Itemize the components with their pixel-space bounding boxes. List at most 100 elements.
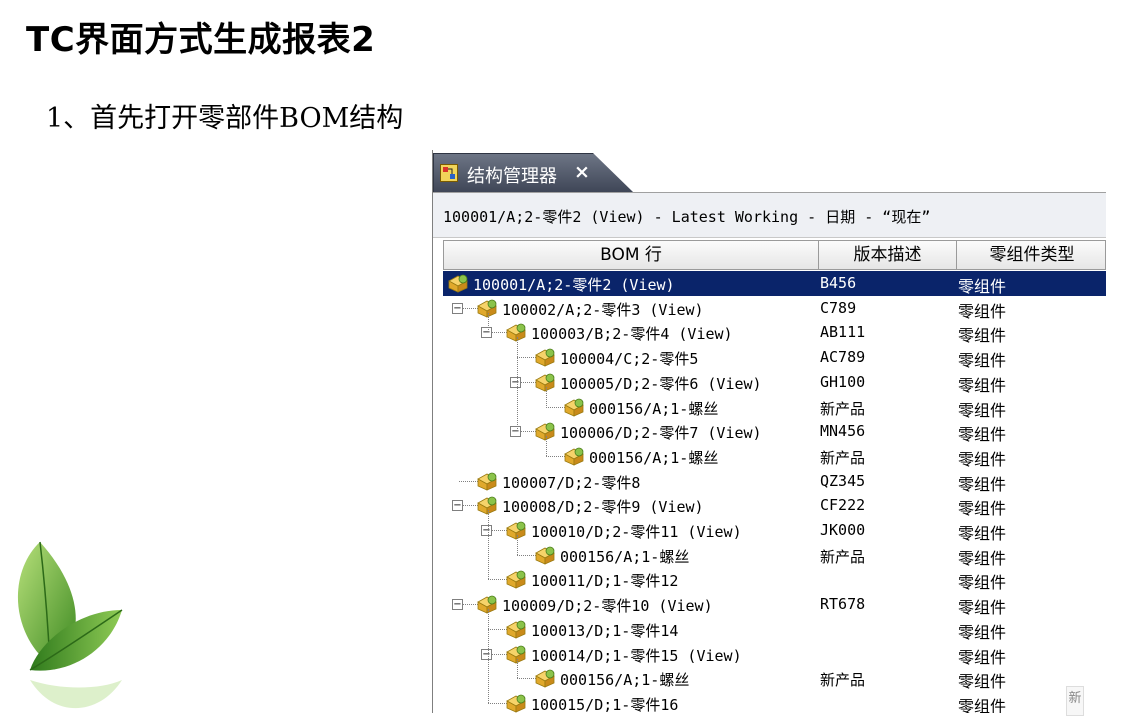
version-description: JK000 — [820, 521, 866, 539]
tree-connector — [517, 535, 518, 555]
bom-tree: 100001/A;2-零件2 (View) B456 零组件 −100002/A;2-… — [443, 271, 1106, 713]
version-description: 新产品 — [820, 547, 866, 566]
tab-structure-manager[interactable]: 结构管理器 × — [433, 153, 633, 192]
bom-part-icon — [476, 594, 498, 614]
bom-part-icon — [505, 322, 527, 343]
bom-line-name: 100003/B;2-零件4 (View) — [531, 325, 733, 344]
tree-row[interactable]: 100015/D;1-零件16 零组件 — [443, 691, 1106, 713]
tree-row[interactable]: − 100006/D;2-零件7 (View) MN456 零组件 — [443, 419, 1106, 444]
version-description: AB111 — [820, 323, 866, 342]
tree-row[interactable]: 000156/A;1-螺丝 新产品 零组件 — [443, 666, 1106, 691]
version-description: C789 — [820, 298, 857, 317]
bom-line-name: 100010/D;2-零件11 (View) — [531, 523, 742, 541]
tree-row[interactable]: − 100010/D;2-零件11 (View) JK000 零组件 — [443, 518, 1106, 543]
item-type: 零组件 — [958, 524, 1007, 543]
structure-manager-icon — [440, 164, 458, 182]
context-bar: 100001/A;2-零件2 (View) - Latest Working -… — [433, 193, 1106, 238]
bom-line-name: 000156/A;1-螺丝 — [560, 547, 690, 566]
bom-line-name: 100001/A;2-零件2 (View) — [473, 276, 675, 294]
tree-connector — [546, 386, 547, 407]
item-type: 零组件 — [958, 696, 1007, 713]
item-type: 零组件 — [958, 622, 1007, 642]
version-description: CF222 — [820, 496, 866, 515]
column-header-bom[interactable]: BOM 行 — [444, 241, 819, 269]
column-header-version[interactable]: 版本描述 — [819, 241, 957, 269]
close-icon[interactable]: × — [574, 161, 590, 183]
version-description: RT678 — [820, 595, 866, 614]
tree-row[interactable]: 000156/A;1-螺丝 新产品 零组件 — [443, 543, 1106, 568]
tab-label: 结构管理器 — [467, 166, 557, 187]
bom-part-icon — [534, 372, 556, 392]
tree-row[interactable]: 100007/D;2-零件8 QZ345 零组件 — [443, 469, 1106, 494]
bom-part-icon — [476, 495, 498, 515]
bom-line-name: 100015/D;1-零件16 — [531, 695, 679, 713]
tree-connector — [488, 609, 489, 703]
column-header-row: BOM 行 版本描述 零组件类型 — [443, 240, 1106, 270]
corner-note: 新 — [1066, 686, 1084, 716]
column-header-type[interactable]: 零组件类型 — [957, 241, 1106, 269]
version-description: AC789 — [820, 348, 866, 367]
bom-line-name: 100007/D;2-零件8 — [502, 473, 641, 492]
item-type: 零组件 — [958, 449, 1007, 469]
leaf-decoration-icon — [17, 541, 123, 709]
bom-line-name: 000156/A;1-螺丝 — [589, 399, 719, 418]
collapse-toggle-icon[interactable]: − — [510, 426, 521, 438]
tree-row[interactable]: − 100003/B;2-零件4 (View) AB111 零组件 — [443, 320, 1106, 345]
collapse-toggle-icon[interactable]: − — [481, 648, 492, 660]
item-type: 零组件 — [958, 647, 1007, 667]
bom-line-name: 100005/D;2-零件6 (View) — [560, 374, 762, 393]
tree-row[interactable]: − 100014/D;1-零件15 (View) 零组件 — [443, 642, 1106, 667]
item-type: 零组件 — [958, 425, 1007, 445]
version-description: 新产品 — [820, 399, 866, 418]
bom-line-name: 000156/A;1-螺丝 — [589, 448, 719, 467]
tree-row[interactable]: − 100005/D;2-零件6 (View) GH100 零组件 — [443, 370, 1106, 395]
bom-part-icon — [563, 397, 585, 417]
bom-part-icon — [476, 471, 498, 491]
bom-part-icon — [447, 273, 469, 293]
tree-row[interactable]: 100004/C;2-零件5 AC789 零组件 — [443, 345, 1106, 370]
collapse-toggle-icon[interactable]: − — [452, 500, 463, 512]
bom-line-name: 100009/D;2-零件10 (View) — [502, 597, 713, 616]
version-description: B456 — [820, 274, 857, 292]
bom-part-icon — [505, 569, 527, 590]
version-description: MN456 — [820, 422, 866, 441]
version-description: QZ345 — [820, 471, 866, 490]
bom-part-icon — [534, 421, 556, 441]
item-type: 零组件 — [958, 400, 1007, 420]
bom-part-icon — [563, 446, 585, 466]
bom-part-icon — [505, 520, 527, 540]
tree-connector — [488, 312, 489, 333]
tree-connector — [517, 337, 518, 432]
tree-row[interactable]: 100011/D;1-零件12 零组件 — [443, 567, 1106, 592]
collapse-toggle-icon[interactable]: − — [481, 525, 492, 536]
bom-part-icon — [534, 347, 556, 367]
bom-line-name: 100014/D;1-零件15 (View) — [531, 646, 742, 665]
tree-row[interactable]: 100001/A;2-零件2 (View) B456 零组件 — [443, 271, 1106, 296]
item-type: 零组件 — [958, 548, 1007, 568]
tree-row[interactable]: − 100009/D;2-零件10 (View) RT678 零组件 — [443, 592, 1106, 617]
tree-row[interactable]: − 100002/A;2-零件3 (View) C789 零组件 — [443, 296, 1106, 321]
collapse-toggle-icon[interactable]: − — [452, 599, 463, 611]
tree-connector — [488, 510, 489, 580]
bom-line-name: 100013/D;1-零件14 — [531, 621, 679, 640]
collapse-toggle-icon[interactable]: − — [510, 376, 521, 388]
bom-part-icon — [505, 619, 527, 639]
item-type: 零组件 — [958, 301, 1007, 321]
tree-row[interactable]: 000156/A;1-螺丝 新产品 零组件 — [443, 395, 1106, 420]
tree-row[interactable]: − 100008/D;2-零件9 (View) CF222 零组件 — [443, 493, 1106, 518]
item-type: 零组件 — [958, 277, 1007, 296]
tree-row[interactable]: 000156/A;1-螺丝 新产品 零组件 — [443, 444, 1106, 469]
item-type: 零组件 — [958, 598, 1007, 618]
version-description: GH100 — [820, 372, 866, 391]
version-description: 新产品 — [820, 671, 866, 690]
bom-part-icon — [505, 644, 527, 664]
item-type: 零组件 — [958, 351, 1007, 371]
collapse-toggle-icon[interactable]: − — [481, 327, 492, 339]
collapse-toggle-icon[interactable]: − — [452, 302, 463, 314]
structure-manager-window: 结构管理器 × 100001/A;2-零件2 (View) - Latest W… — [432, 150, 1106, 713]
slide-title: TC界面方式生成报表2 — [26, 20, 376, 60]
item-type: 零组件 — [958, 499, 1007, 519]
item-type: 零组件 — [958, 672, 1007, 692]
tree-row[interactable]: 100013/D;1-零件14 零组件 — [443, 617, 1106, 642]
tab-strip: 结构管理器 × — [433, 150, 1106, 193]
